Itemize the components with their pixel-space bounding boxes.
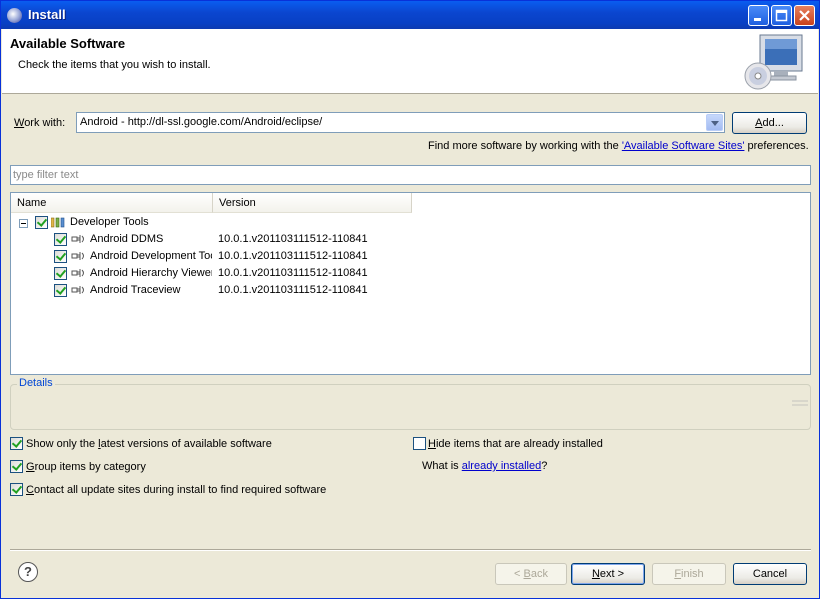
feature-version: 10.0.1.v201103111512-110841 xyxy=(218,250,368,262)
feature-checkbox[interactable] xyxy=(54,267,67,280)
header-banner: Available Software Check the items that … xyxy=(2,29,818,94)
tree-row[interactable]: Android Hierarchy Viewer 10.0.1.v2011031… xyxy=(11,265,810,282)
page-title: Available Software xyxy=(10,36,126,51)
feature-version: 10.0.1.v201103111512-110841 xyxy=(218,267,368,279)
next-button[interactable]: Next > xyxy=(571,563,645,585)
tree-row[interactable]: Android Traceview 10.0.1.v201103111512-1… xyxy=(11,282,810,299)
group-by-category-checkbox[interactable] xyxy=(10,460,23,473)
collapse-toggle[interactable] xyxy=(19,219,28,228)
tree-row[interactable]: Android Development Toc 10.0.1.v20110311… xyxy=(11,248,810,265)
maximize-button[interactable] xyxy=(771,5,792,26)
hide-installed-label[interactable]: Hide items that are already installed xyxy=(428,438,603,450)
already-installed-link[interactable]: already installed xyxy=(462,460,542,472)
column-header-name[interactable]: Name xyxy=(11,193,213,213)
maximize-icon xyxy=(775,9,788,22)
category-icon xyxy=(51,217,65,228)
details-group: Details xyxy=(10,377,811,430)
already-installed-text: What is already installed? xyxy=(422,460,548,472)
feature-name: Android Development Toc xyxy=(90,250,212,262)
column-header-version[interactable]: Version xyxy=(213,193,412,213)
tree-row-category[interactable]: Developer Tools xyxy=(11,214,810,231)
details-sash-handle[interactable] xyxy=(792,398,808,410)
details-label: Details xyxy=(17,377,55,389)
feature-checkbox[interactable] xyxy=(54,250,67,263)
title-bar[interactable]: Install xyxy=(1,1,819,29)
chevron-down-icon[interactable] xyxy=(706,114,723,131)
group-by-category-label[interactable]: Group items by category xyxy=(26,461,146,473)
find-more-text: Find more software by working with the '… xyxy=(428,140,809,152)
show-latest-checkbox[interactable] xyxy=(10,437,23,450)
filter-field[interactable] xyxy=(10,165,811,185)
close-button[interactable] xyxy=(794,5,815,26)
hide-installed-checkbox[interactable] xyxy=(413,437,426,450)
tree-row[interactable]: Android DDMS 10.0.1.v201103111512-110841 xyxy=(11,231,810,248)
contact-update-sites-checkbox[interactable] xyxy=(10,483,23,496)
available-sites-link[interactable]: 'Available Software Sites' xyxy=(622,140,745,152)
feature-checkbox[interactable] xyxy=(54,233,67,246)
window-title: Install xyxy=(28,7,66,22)
contact-update-sites-label[interactable]: Contact all update sites during install … xyxy=(26,484,326,496)
category-label: Developer Tools xyxy=(70,216,149,228)
feature-version: 10.0.1.v201103111512-110841 xyxy=(218,233,368,245)
feature-plug-icon xyxy=(71,252,84,260)
back-button[interactable]: < Back xyxy=(495,563,567,585)
help-icon[interactable]: ? xyxy=(18,562,38,582)
feature-plug-icon xyxy=(71,286,84,294)
cancel-button[interactable]: Cancel xyxy=(733,563,807,585)
eclipse-icon xyxy=(7,8,22,23)
install-computer-icon xyxy=(744,34,803,90)
software-tree[interactable]: Name Version Developer Tools Android DDM… xyxy=(10,192,811,375)
feature-name: Android Traceview xyxy=(90,284,181,296)
minimize-button[interactable] xyxy=(748,5,769,26)
category-checkbox[interactable] xyxy=(35,216,48,229)
work-with-combo[interactable]: Android - http://dl-ssl.google.com/Andro… xyxy=(76,112,725,133)
filter-input[interactable] xyxy=(13,167,793,183)
feature-plug-icon xyxy=(71,235,84,243)
finish-button[interactable]: Finish xyxy=(652,563,726,585)
show-latest-label[interactable]: Show only the latest versions of availab… xyxy=(26,438,272,450)
install-dialog: Install Available Software Check the ite… xyxy=(0,0,820,599)
feature-plug-icon xyxy=(71,269,84,277)
page-description: Check the items that you wish to install… xyxy=(18,59,211,71)
add-site-button[interactable]: Add... xyxy=(732,112,807,134)
feature-version: 10.0.1.v201103111512-110841 xyxy=(218,284,368,296)
work-with-value: Android - http://dl-ssl.google.com/Andro… xyxy=(80,116,323,128)
work-with-label: Work with: xyxy=(14,117,66,129)
minimize-icon xyxy=(754,18,761,21)
feature-checkbox[interactable] xyxy=(54,284,67,297)
footer-separator xyxy=(10,549,811,551)
close-icon xyxy=(799,10,810,21)
feature-name: Android Hierarchy Viewer xyxy=(90,267,212,279)
feature-name: Android DDMS xyxy=(90,233,164,245)
